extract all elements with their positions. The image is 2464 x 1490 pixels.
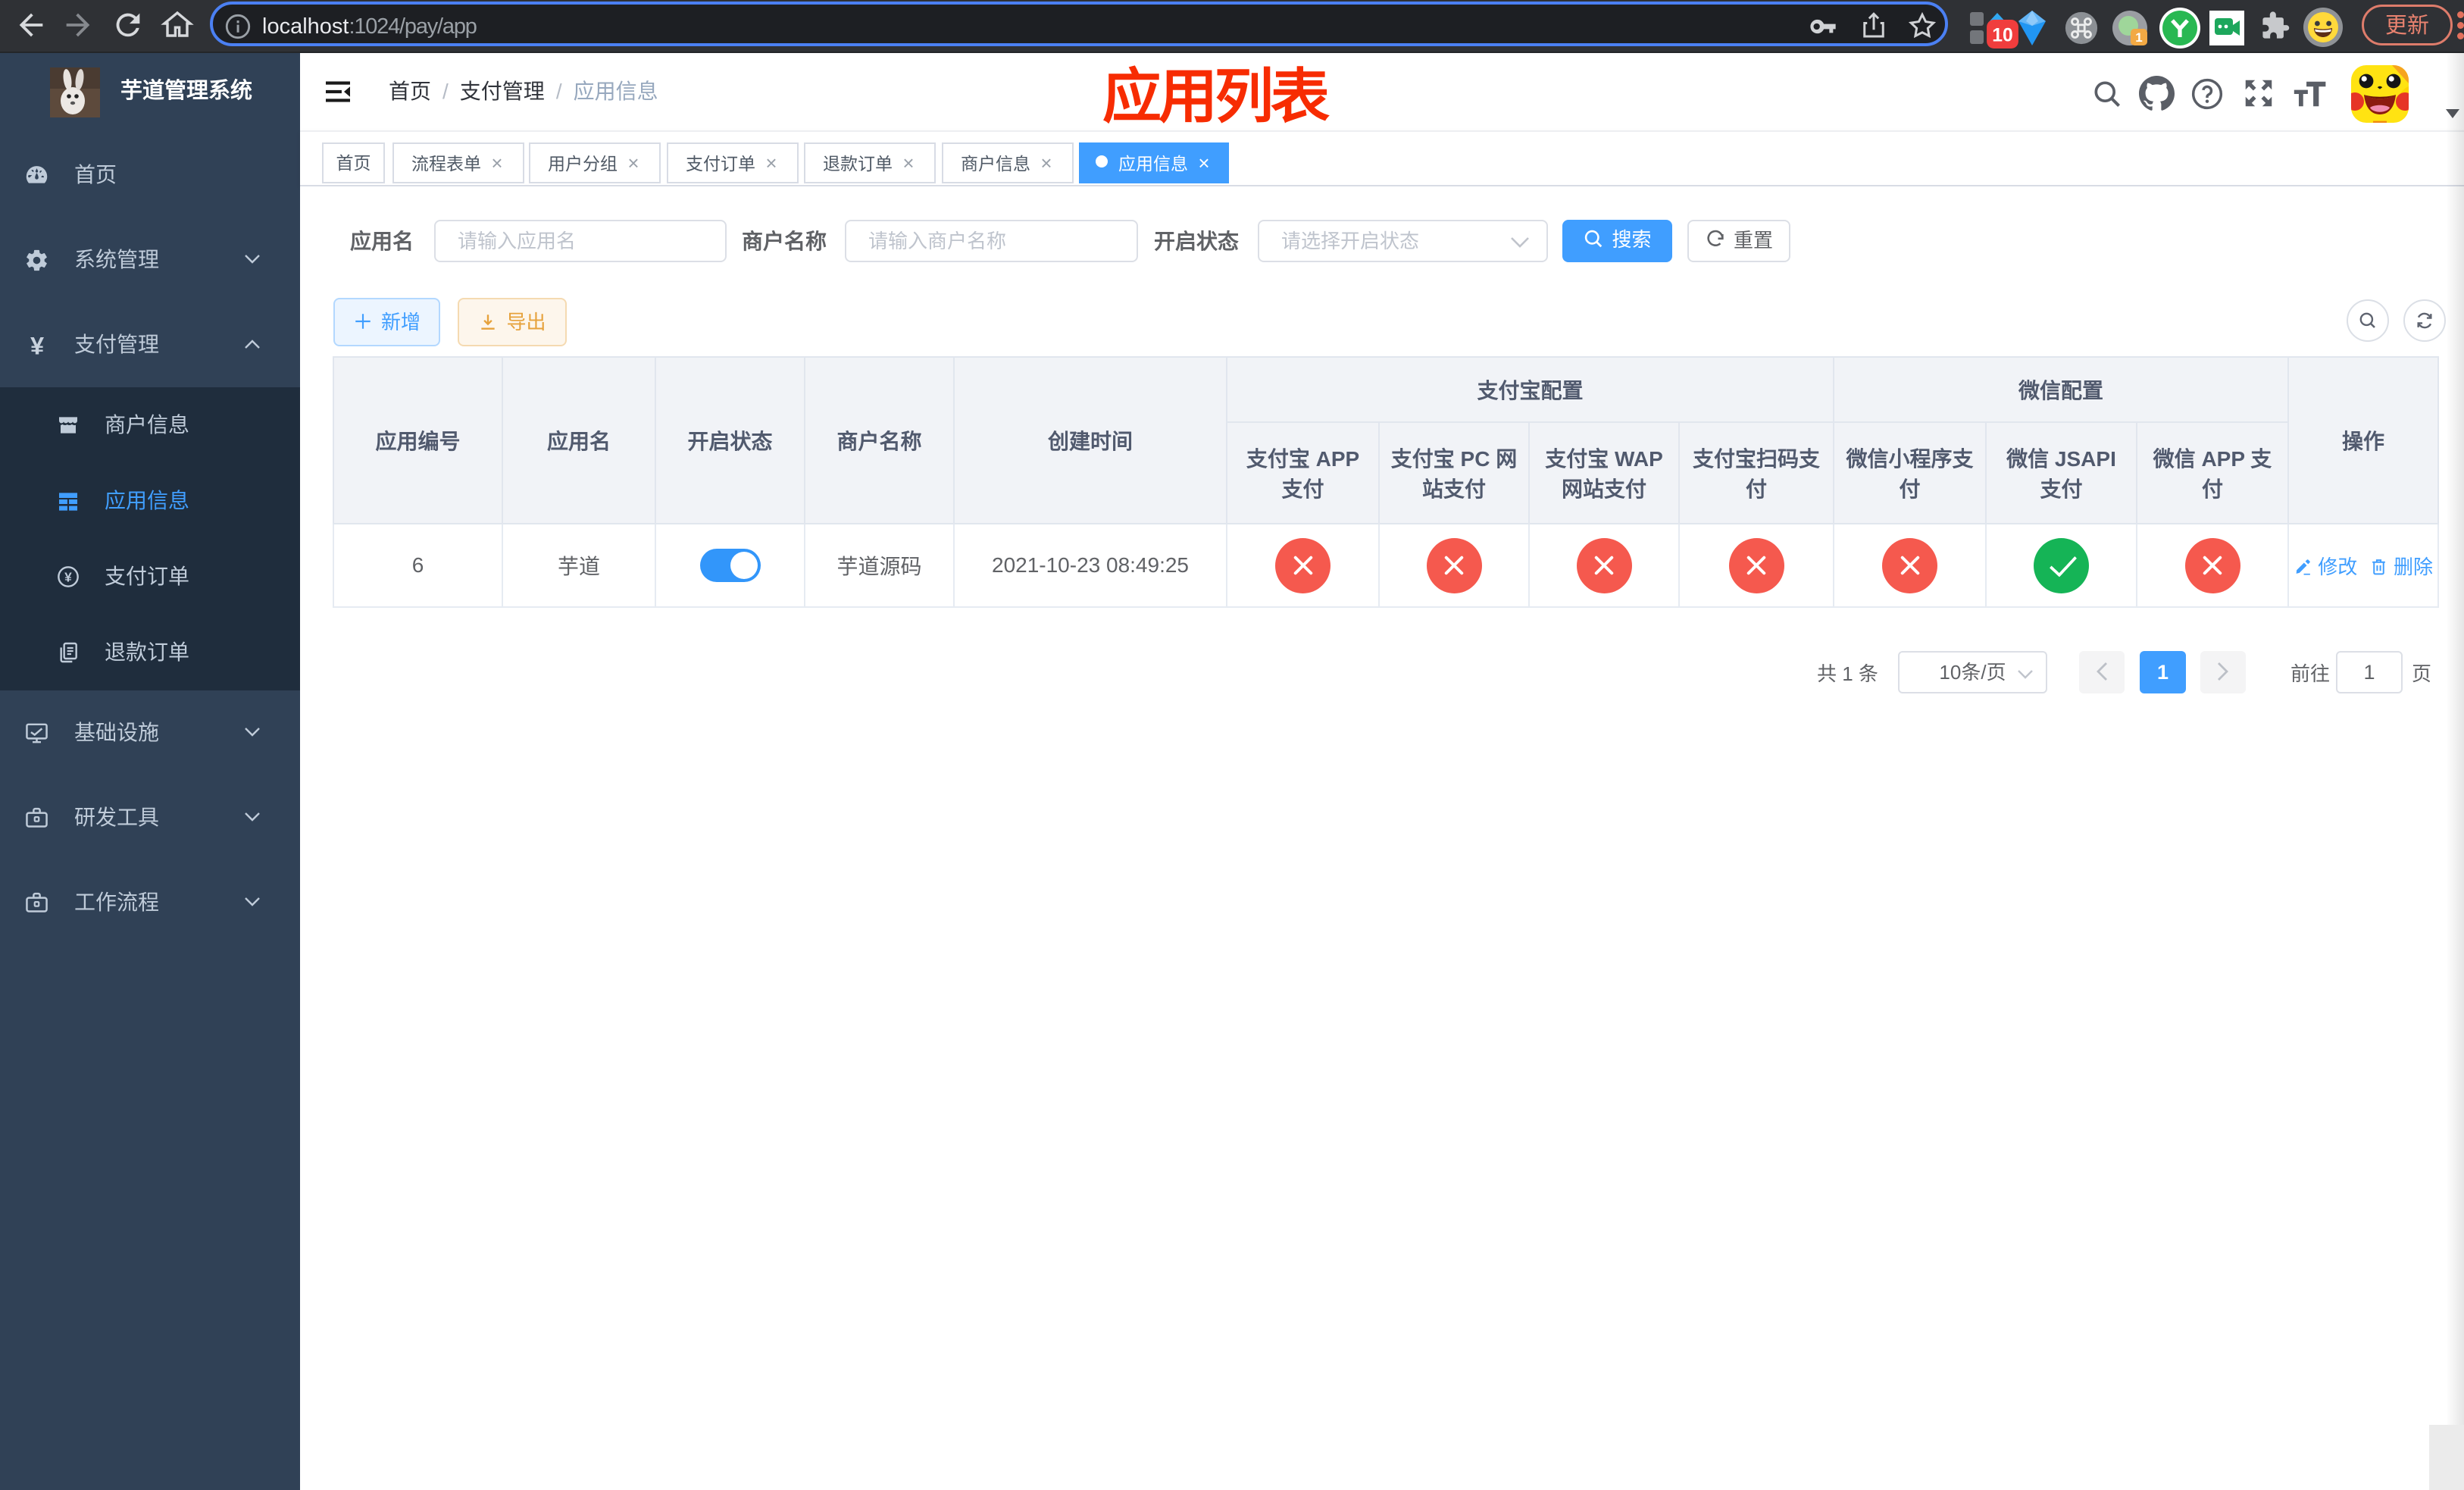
svg-text:1: 1	[2135, 30, 2142, 45]
svg-text:10: 10	[1992, 26, 2012, 46]
svg-text:¥: ¥	[30, 333, 44, 358]
svg-text:¥: ¥	[64, 570, 72, 585]
